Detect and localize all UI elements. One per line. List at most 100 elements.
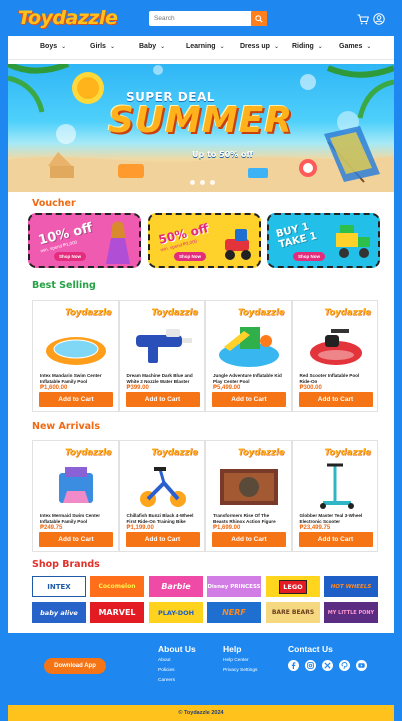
shop-now-button[interactable]: Shop Now (293, 252, 325, 261)
brand-play-doh[interactable]: PLAY-DOH (149, 602, 203, 623)
carousel-dot[interactable] (210, 180, 215, 185)
product-name[interactable]: Jungle Adventure Inflatable Kid Play Cen… (213, 373, 285, 384)
shop-now-button[interactable]: Shop Now (174, 252, 206, 261)
product-card[interactable]: Toydazzle Jungle Adventure Inflatable Ki… (205, 300, 292, 412)
nav-label: Dress up (240, 43, 270, 50)
nav-label: Boys (40, 43, 58, 50)
facebook-icon[interactable] (288, 660, 299, 671)
nav-label: Girls (90, 43, 106, 50)
card-brand-logo: Toydazzle (324, 448, 371, 458)
product-card[interactable]: Toydazzle Intex Mandarin Swim Center Inf… (32, 300, 119, 412)
x-icon[interactable] (322, 660, 333, 671)
product-name[interactable]: Chillafish Bunzi Black 4-Wheel First Rid… (127, 513, 199, 524)
footer-contact-heading: Contact Us (288, 644, 333, 654)
carousel-dot[interactable] (200, 180, 205, 185)
product-price: ₱300.00 (299, 385, 322, 391)
product-image (46, 337, 106, 365)
brand-nerf[interactable]: NERF (207, 602, 261, 623)
nav-label: Games (339, 43, 363, 50)
nav-item-learning[interactable]: Learning ⌄ (186, 43, 225, 50)
product-image (59, 467, 93, 503)
product-card[interactable]: Toydazzle Chillafish Bunzi Black 4-Wheel… (118, 440, 205, 552)
brand-my-little-pony[interactable]: MY LITTLE PONY (324, 602, 378, 623)
add-to-cart-button[interactable]: Add to Cart (125, 532, 200, 547)
product-card[interactable]: Toydazzle Transformers Rise Of The Beast… (205, 440, 292, 552)
user-account-icon[interactable] (372, 12, 386, 26)
voucher-card-50-off[interactable]: 50% off min. spend ₱2,000 Shop Now (148, 213, 261, 268)
card-brand-logo: Toydazzle (65, 448, 112, 458)
search-icon (255, 14, 263, 23)
brand-intex[interactable]: INTEX (32, 576, 86, 597)
add-to-cart-button[interactable]: Add to Cart (212, 392, 286, 407)
pinterest-icon[interactable] (339, 660, 350, 671)
voucher-card-buy1-take1[interactable]: BUY 1 TAKE 1 Shop Now (267, 213, 380, 268)
add-to-cart-button[interactable]: Add to Cart (298, 532, 373, 547)
brand-disney-princess[interactable]: Disney PRINCESS (207, 576, 261, 597)
product-card[interactable]: Toydazzle Dream Machine Dark Blue and Wh… (118, 300, 205, 412)
product-name[interactable]: Red Scooter Inflatable Pool Ride-On (300, 373, 372, 384)
footer-about-heading: About Us (158, 644, 196, 654)
cart-icon[interactable] (356, 12, 370, 26)
nav-item-riding[interactable]: Riding ⌄ (292, 43, 323, 50)
footer-link-help-center[interactable]: Help Center (223, 658, 249, 663)
add-to-cart-button[interactable]: Add to Cart (212, 532, 286, 547)
hero-banner[interactable]: SUPER DEAL SUMMER Up to 50% off (8, 64, 394, 192)
footer-link-policies[interactable]: Policies (158, 668, 175, 673)
brand-cocomelon[interactable]: Cocomelon (90, 576, 144, 597)
search-button[interactable] (251, 11, 267, 26)
banner-subtitle: Up to 50% off (192, 150, 254, 159)
shop-brands-heading: Shop Brands (32, 559, 100, 570)
page: Toydazzle Boys⌄ Girls⌄ Baby⌄ Learning⌄ D… (0, 0, 402, 721)
voucher-card-10-off[interactable]: 10% off min. spend ₱1,000 Shop Now (28, 213, 141, 268)
product-price: ₱399.00 (126, 385, 149, 391)
product-name[interactable]: Dream Machine Dark Blue and White 2 Nozz… (127, 373, 199, 384)
download-app-button[interactable]: Download App (44, 658, 106, 674)
product-name[interactable]: Globber Master Teal 3-Wheel Electronic S… (300, 513, 372, 524)
nav-item-games[interactable]: Games ⌄ (339, 43, 371, 50)
chevron-down-icon: ⌄ (219, 44, 225, 50)
brand-marvel[interactable]: MARVEL (90, 602, 144, 623)
shop-now-button[interactable]: Shop Now (54, 252, 86, 261)
product-card[interactable]: Toydazzle Intex Mermaid Swim Center Infl… (32, 440, 119, 552)
add-to-cart-button[interactable]: Add to Cart (39, 532, 113, 547)
product-card[interactable]: Toydazzle Globber Master Teal 3-Wheel El… (291, 440, 378, 552)
toy-truck-illustration (336, 225, 370, 258)
footer-link-privacy-settings[interactable]: Privacy Settings (223, 668, 257, 673)
brand-baby-alive[interactable]: baby alive (32, 602, 86, 623)
nav-item-girls[interactable]: Girls ⌄ (90, 43, 115, 50)
product-name[interactable]: Transformers Rise Of The Beasts Rhinox A… (213, 513, 285, 524)
nav-item-boys[interactable]: Boys ⌄ (40, 43, 66, 50)
youtube-icon[interactable] (356, 660, 367, 671)
nav-item-dress-up[interactable]: Dress up ⌄ (240, 43, 279, 50)
logo[interactable]: Toydazzle (18, 7, 118, 29)
copyright-text: © Toydazzle 2024 (178, 710, 224, 716)
card-brand-logo: Toydazzle (238, 308, 285, 318)
search-input[interactable] (149, 12, 241, 25)
carousel-dot[interactable] (190, 180, 195, 185)
product-price: ₱5,499.00 (213, 385, 241, 391)
brand-hot-wheels[interactable]: HOT WHEELS (324, 576, 378, 597)
add-to-cart-button[interactable]: Add to Cart (125, 392, 200, 407)
instagram-icon[interactable] (305, 660, 316, 671)
doll-illustration (106, 221, 130, 264)
brand-we-bare-bears[interactable]: BARE BEARS (266, 602, 320, 623)
footer-link-careers[interactable]: Careers (158, 678, 175, 683)
brand-barbie[interactable]: Barbie (149, 576, 203, 597)
product-price: ₱1,699.00 (213, 525, 241, 531)
nav-item-baby[interactable]: Baby ⌄ (139, 43, 165, 50)
product-card[interactable]: Toydazzle Red Scooter Inflatable Pool Ri… (291, 300, 378, 412)
card-brand-logo: Toydazzle (324, 308, 371, 318)
product-name[interactable]: Intex Mermaid Swim Center Inflatable Fam… (40, 513, 112, 524)
carousel-dots (190, 180, 215, 185)
chevron-down-icon: ⌄ (366, 44, 372, 50)
brand-lego[interactable]: LEGO (266, 576, 320, 597)
product-image (319, 463, 354, 509)
nav-label: Riding (292, 43, 314, 50)
add-to-cart-button[interactable]: Add to Cart (39, 392, 113, 407)
add-to-cart-button[interactable]: Add to Cart (298, 392, 373, 407)
product-image (220, 469, 278, 505)
chevron-down-icon: ⌄ (109, 44, 115, 50)
product-name[interactable]: Intex Mandarin Swim Center Inflatable Fa… (40, 373, 112, 384)
footer-link-about[interactable]: About (158, 658, 171, 663)
copyright-bar: © Toydazzle 2024 (8, 705, 394, 721)
